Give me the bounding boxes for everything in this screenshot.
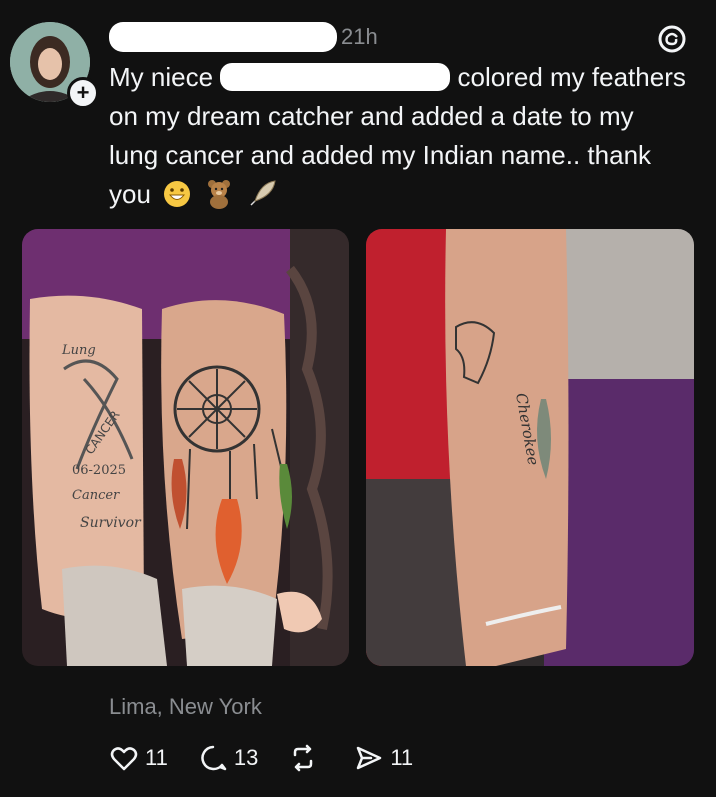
post-header: 21h (109, 22, 669, 52)
share-count: 11 (390, 745, 414, 770)
like-button[interactable]: 11 (109, 743, 168, 773)
author-avatar-wrap[interactable]: + (10, 22, 99, 109)
photo-arm-tattoo[interactable]: Cherokee (366, 229, 694, 666)
repost-icon (294, 744, 313, 772)
redacted-name (220, 63, 451, 91)
post-time: 21h (341, 24, 378, 49)
teddy-bear-emoji-icon (203, 177, 235, 220)
photo-legs-tattoo[interactable]: Lung CANCER 06-2025 Cancer Survivor (22, 229, 349, 666)
post-text-end: colored my (457, 62, 585, 92)
feather-emoji-icon (247, 177, 279, 220)
tattoo-date-text: 06-2025 (72, 463, 126, 478)
like-count: 11 (145, 745, 168, 770)
redacted-username (109, 22, 337, 52)
post-body: My niece colored my feathers on my dream… (109, 58, 689, 220)
repost-button[interactable] (288, 743, 324, 773)
share-button[interactable]: 11 (354, 743, 413, 773)
post-actions: 11 13 11 (109, 738, 443, 778)
reply-count: 13 (233, 745, 259, 770)
grinning-emoji-icon (162, 179, 192, 220)
threads-logo-icon[interactable] (655, 22, 689, 56)
reply-button[interactable]: 13 (198, 743, 258, 773)
post-location[interactable]: Lima, New York (109, 694, 262, 720)
tattoo-survivor-text: Survivor (80, 515, 142, 531)
follow-plus-icon[interactable]: + (67, 77, 99, 109)
reply-icon (201, 745, 227, 771)
share-icon (357, 746, 382, 770)
heart-icon (110, 747, 138, 771)
post-text-start: My niece (109, 62, 214, 92)
tattoo-cancer-text: Cancer (72, 488, 120, 503)
tattoo-lung-text: Lung (61, 343, 96, 358)
